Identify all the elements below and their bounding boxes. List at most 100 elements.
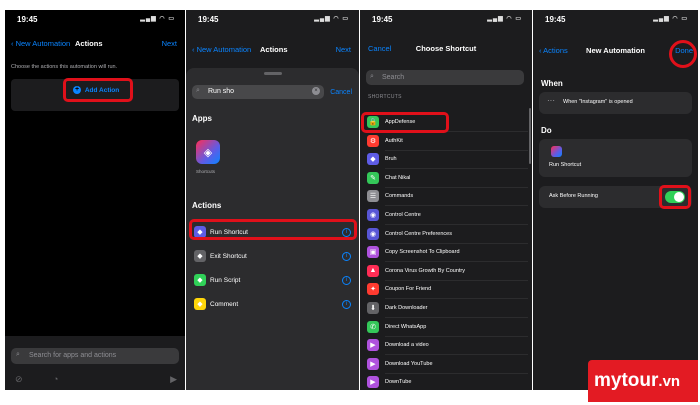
shortcut-item[interactable]: ◉ Control Centre [360, 207, 528, 225]
watermark-brand: mytour [594, 370, 659, 391]
shortcut-label: Dark Downloader [385, 305, 428, 311]
search-input[interactable]: ⌕ Run sho × [192, 85, 324, 99]
section-label: SHORTCUTS [368, 94, 402, 100]
shortcuts-app-icon[interactable]: ◈ [196, 140, 220, 164]
shortcut-icon: ◉ [367, 209, 379, 221]
nav-title: Actions [75, 39, 103, 48]
shortcut-label: Control Centre Preferences [385, 230, 452, 237]
shortcut-item[interactable]: ✆ Direct WhatsApp [360, 319, 528, 337]
screen-actions-empty: 19:45 ▂▄▆ ◠ ▭ ‹ New Automation Actions N… [5, 10, 185, 390]
shortcut-label: Download YouTube [385, 360, 433, 367]
shortcut-item[interactable]: ▶ Download YouTube [360, 356, 528, 374]
next-button[interactable]: Next [162, 39, 177, 48]
next-button[interactable]: Next [336, 45, 351, 54]
action-card[interactable]: Run Shortcut [539, 139, 692, 177]
shortcut-item[interactable]: ◆ Bruh [360, 151, 528, 170]
comment-icon: ◆ [194, 298, 206, 310]
add-action-button[interactable]: + Add Action [73, 86, 119, 94]
status-time: 19:45 [17, 15, 38, 24]
shortcut-label: AuthKit [385, 137, 403, 144]
shortcut-icon: ☰ [367, 190, 379, 203]
shortcut-icon: ✆ [367, 320, 379, 333]
back-label: New Automation [196, 45, 252, 54]
shortcut-label: Commands [385, 193, 414, 200]
shortcut-label: Download a video [385, 342, 429, 349]
app-name: Shortcuts [196, 169, 216, 174]
search-input[interactable]: ⌕ Search for apps and actions [11, 348, 179, 364]
status-icons: ▂▄▆ ◠ ▭ [653, 16, 688, 22]
script-icon: ◆ [194, 274, 206, 286]
shortcut-label: Bruh [385, 156, 397, 163]
status-time: 19:45 [545, 15, 566, 24]
shortcut-item[interactable]: ▶ Download a video [360, 337, 528, 356]
shortcut-icon: ⚙ [367, 134, 379, 147]
screen-new-automation: 19:45 ▂▄▆ ◠ ▭ ‹ Actions New Automation D… [533, 10, 698, 390]
shortcut-icon: ▶ [367, 357, 379, 370]
action-row[interactable]: ◆ Exit Shortcut i [186, 248, 359, 268]
nav-title: Choose Shortcut [415, 44, 477, 53]
status-icons: ▂▄▆ ◠ ▭ [487, 16, 522, 22]
trigger-card[interactable]: ··· When "Instagram" is opened [539, 92, 692, 114]
search-icon: ⌕ [16, 351, 20, 358]
ask-label: Ask Before Running [549, 193, 598, 199]
highlight-box [361, 112, 449, 133]
shortcut-item[interactable]: ✎ Chat Nikal [360, 170, 528, 188]
when-header: When [541, 79, 563, 88]
search-placeholder: Search [382, 74, 405, 81]
search-icon: ⌕ [196, 87, 200, 94]
search-input[interactable]: ⌕ Search [366, 70, 524, 85]
back-button[interactable]: ‹ New Automation [11, 39, 70, 48]
shortcut-label: DownTube [385, 379, 412, 386]
status-time: 19:45 [372, 15, 393, 24]
clear-icon[interactable]: × [312, 87, 320, 95]
shortcut-label: Copy Screenshot To Clipboard [385, 249, 460, 256]
shortcut-item[interactable]: ◉ Control Centre Preferences [360, 226, 528, 244]
info-icon[interactable]: i [342, 300, 351, 309]
recent-icon[interactable]: ◔ [53, 374, 58, 384]
status-icons: ▂▄▆ ◠ ▭ [140, 16, 175, 22]
search-icon: ⌕ [370, 73, 374, 80]
info-icon[interactable]: i [342, 252, 351, 261]
screen-choose-shortcut: 19:45 ▂▄▆ ◠ ▭ Cancel Choose Shortcut ⌕ S… [360, 10, 532, 390]
shortcut-label: Control Centre [385, 212, 421, 218]
cancel-button[interactable]: Cancel [330, 89, 352, 96]
shortcut-item[interactable]: ✦ Coupon For Friend [360, 281, 528, 300]
shortcut-item[interactable]: ⚙ AuthKit [360, 133, 528, 151]
highlight-box [189, 219, 357, 240]
shortcut-icon: ▲ [367, 264, 379, 277]
status-time: 19:45 [198, 15, 219, 24]
hint-text: Choose the actions this automation will … [11, 64, 118, 70]
action-label: Run Script [210, 277, 241, 284]
shortcut-icon: ◉ [367, 227, 379, 240]
actions-header: Actions [192, 201, 222, 210]
highlight-box [659, 185, 691, 209]
action-row[interactable]: ◆ Run Script i [186, 272, 359, 292]
shortcut-item[interactable]: ⬇ Dark Downloader [360, 300, 528, 318]
more-icon: ··· [547, 96, 555, 105]
shortcut-icon: ◆ [367, 153, 379, 166]
shortcut-item[interactable]: ▲ Corona Virus Growth By Country [360, 263, 528, 281]
shortcuts-icon: ◈ [203, 146, 213, 159]
add-action-label: Add Action [84, 86, 120, 94]
play-icon[interactable]: ▶ [170, 374, 177, 385]
shortcut-item[interactable]: ▶ DownTube [360, 374, 528, 390]
scripting-icon[interactable]: ⊘ [15, 374, 23, 385]
status-bar: 19:45 ▂▄▆ ◠ ▭ [186, 14, 359, 26]
status-bar: 19:45 ▂▄▆ ◠ ▭ [360, 14, 532, 26]
scrollbar[interactable] [529, 108, 531, 164]
watermark-tld: .vn [658, 373, 681, 390]
action-name: Run Shortcut [549, 162, 582, 168]
back-button[interactable]: ‹ New Automation [192, 45, 251, 54]
search-placeholder: Search for apps and actions [29, 352, 117, 359]
watermark-logo: mytour.vn [588, 360, 698, 402]
sheet-grabber[interactable] [264, 72, 282, 75]
shortcut-item[interactable]: ☰ Commands [360, 188, 528, 207]
info-icon[interactable]: i [342, 276, 351, 285]
back-label: New Automation [15, 39, 71, 48]
nav-title: Actions [260, 45, 288, 54]
action-row[interactable]: ◆ Comment i [186, 296, 359, 316]
shortcut-item[interactable]: ▣ Copy Screenshot To Clipboard [360, 244, 528, 263]
shortcut-icon: ⬇ [367, 302, 379, 314]
shortcut-label: Corona Virus Growth By Country [385, 267, 465, 274]
shortcut-icon: ✦ [367, 283, 379, 296]
